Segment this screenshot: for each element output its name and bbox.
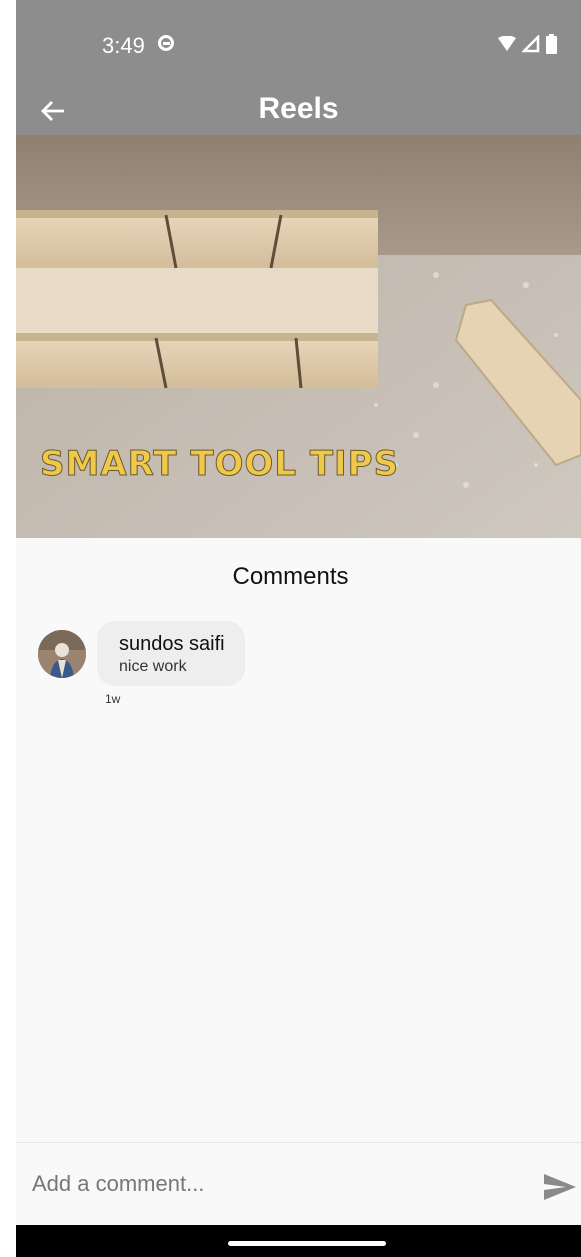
comments-heading: Comments: [232, 563, 349, 590]
home-gesture-handle[interactable]: [228, 1241, 386, 1246]
composer-divider: [16, 1142, 581, 1143]
system-navigation-bar: [16, 1225, 581, 1257]
comment-bubble: sundos saifi nice work: [97, 621, 245, 686]
cellular-signal-icon: [522, 35, 540, 53]
wifi-icon: [498, 36, 516, 51]
battery-icon: [546, 34, 557, 54]
reel-video[interactable]: SMART TOOL TIPS: [16, 135, 581, 538]
send-button[interactable]: [542, 1172, 578, 1204]
send-icon: [544, 1174, 576, 1200]
status-time: 3:49: [102, 33, 145, 58]
comment-text: nice work: [119, 658, 187, 675]
comment-timestamp: 1w: [105, 692, 121, 706]
app-bar: Reels: [16, 90, 581, 135]
comment-input[interactable]: [30, 1160, 524, 1208]
reel-overlay-text: SMART TOOL TIPS: [40, 444, 399, 484]
status-bar: 3:49: [16, 0, 581, 90]
notification-icon: [158, 35, 174, 51]
comment-author[interactable]: sundos saifi: [119, 633, 225, 656]
reels-comments-screen: 3:49 Reels SMART TOOL TIPS Comments sund…: [16, 0, 581, 1257]
user-avatar-image: [38, 630, 86, 678]
avatar[interactable]: [38, 630, 86, 678]
page-title: Reels: [258, 92, 339, 125]
status-icons: [498, 34, 557, 54]
reel-video-frame: SMART TOOL TIPS: [16, 135, 581, 538]
